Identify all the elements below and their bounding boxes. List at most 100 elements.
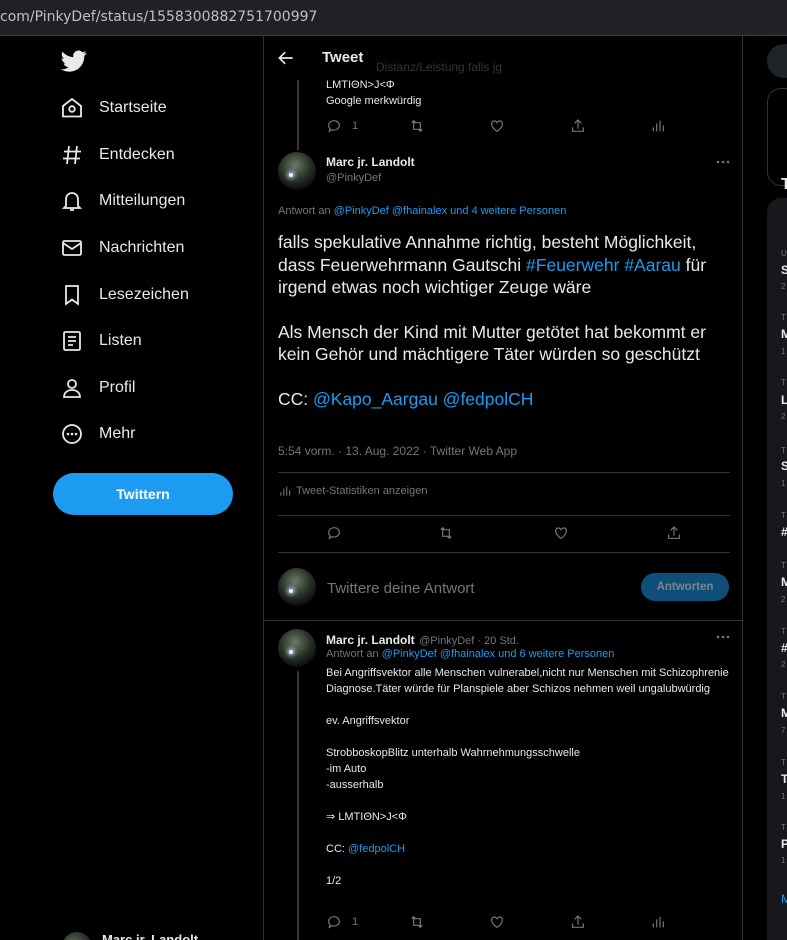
- sidebar-nav: Startseite Entdecken Mitteilungen Nachri…: [0, 36, 263, 940]
- twitter-logo-icon[interactable]: [60, 48, 88, 74]
- tweet-stats-link[interactable]: Tweet-Statistiken anzeigen: [278, 484, 427, 498]
- replying-to: Antwort an @PinkyDef @fhainalex und 4 we…: [278, 205, 566, 217]
- trend-context: T: [781, 627, 786, 636]
- sidebar-item-mitteilungen[interactable]: Mitteilungen: [60, 186, 185, 216]
- sidebar-item-nachrichten[interactable]: Nachrichten: [60, 233, 184, 263]
- heart-icon: [491, 916, 503, 929]
- trend-count: 2: [781, 282, 786, 291]
- sidebar-item-mehr[interactable]: Mehr: [60, 419, 135, 449]
- share-icon: [668, 526, 680, 539]
- share-icon: [572, 119, 584, 132]
- mention-link[interactable]: @fedpolCH: [348, 843, 405, 855]
- share-button[interactable]: [666, 525, 682, 541]
- media-card[interactable]: [767, 88, 787, 186]
- retweet-button[interactable]: [409, 914, 425, 930]
- share-button[interactable]: [570, 118, 586, 134]
- trend-context: T: [781, 823, 786, 832]
- reply-button[interactable]: 1: [326, 118, 358, 134]
- retweet-button[interactable]: [409, 118, 425, 134]
- avatar[interactable]: [278, 152, 316, 190]
- prev-tweet-line: LMTIΘN>J<Φ: [326, 79, 395, 91]
- author-info[interactable]: Marc jr. Landolt @PinkyDef: [326, 155, 415, 184]
- sidebar-item-label: Mitteilungen: [99, 192, 186, 209]
- reply-count: 1: [352, 916, 359, 928]
- sidebar-item-lesezeichen[interactable]: Lesezeichen: [60, 280, 189, 310]
- avatar: [62, 932, 92, 940]
- trend-context: U: [781, 249, 787, 258]
- tweet-detail-column: Distanz/Leistung falls jg Tweet LMTIΘN>J…: [263, 36, 743, 940]
- right-sidebar: [743, 36, 787, 940]
- author-info[interactable]: Marc jr. Landolt @PinkyDef · 20 Std.: [326, 631, 519, 649]
- compose-tweet-button[interactable]: Twittern: [53, 473, 233, 515]
- author-name: Marc jr. Landolt: [326, 633, 415, 647]
- replying-to-handles[interactable]: @PinkyDef @fhainalex: [334, 205, 447, 217]
- analytics-button[interactable]: [650, 914, 666, 930]
- replying-to-label: Antwort an: [326, 648, 379, 660]
- sidebar-item-startseite[interactable]: Startseite: [60, 93, 167, 123]
- replying-to-label: Antwort an: [278, 205, 331, 217]
- avatar[interactable]: [278, 629, 316, 667]
- prev-tweet-text: LMTIΘN>J<Φ Google merkwürdig: [326, 77, 421, 109]
- account-switcher[interactable]: Marc jr. Landolt: [62, 932, 198, 940]
- like-button[interactable]: [553, 525, 569, 541]
- reply-button[interactable]: [326, 525, 342, 541]
- hashtag-link[interactable]: #Feuerwehr: [526, 255, 619, 275]
- trend-count: 1: [781, 479, 786, 488]
- url-text[interactable]: com/PinkyDef/status/1558300882751700997: [0, 9, 317, 25]
- mention-link[interactable]: @Kapo_Aargau @fedpolCH: [313, 389, 533, 409]
- retweet-button[interactable]: [438, 525, 454, 541]
- share-button[interactable]: [570, 914, 586, 930]
- reply-input[interactable]: Twittere deine Antwort: [327, 580, 475, 597]
- sidebar-item-label: Profil: [99, 379, 136, 396]
- page-header: Tweet: [264, 36, 742, 80]
- reply-tweet-text: Bei Angriffsvektor alle Menschen vulnera…: [326, 665, 736, 889]
- more-circle-icon: [62, 424, 82, 444]
- tweet-line: -ausserhalb: [326, 779, 384, 791]
- divider: [278, 552, 730, 553]
- trend-count: 1: [781, 792, 786, 801]
- tweet-paragraph: CC: @Kapo_Aargau @fedpolCH: [278, 388, 738, 411]
- analytics-button[interactable]: [650, 118, 666, 134]
- avatar: [278, 568, 316, 606]
- hashtag-link[interactable]: #Aarau: [624, 255, 680, 275]
- trend-count: 7: [781, 726, 786, 735]
- show-more-link[interactable]: M: [781, 892, 787, 906]
- trends-heading: T: [781, 176, 787, 193]
- reply-icon: [328, 916, 340, 929]
- reply-count: 1: [352, 120, 359, 132]
- tweet-paragraph: Als Mensch der Kind mit Mutter getötet h…: [278, 321, 706, 365]
- retweet-icon: [440, 526, 452, 540]
- tweet-paragraph: ev. Angriffsvektor: [326, 715, 410, 727]
- trend-count: 1: [781, 347, 786, 356]
- tweet-timestamp[interactable]: 5:54 vorm. · 13. Aug. 2022 · Twitter Web…: [278, 444, 517, 458]
- person-icon: [63, 379, 81, 398]
- trend-context: T: [781, 313, 786, 322]
- replying-to-handles[interactable]: @PinkyDef @fhainalex und 6 weitere Perso…: [382, 648, 615, 660]
- author-name: Marc jr. Landolt: [326, 155, 415, 169]
- bookmark-icon: [65, 285, 79, 306]
- browser-address-bar[interactable]: com/PinkyDef/status/1558300882751700997: [0, 0, 787, 36]
- back-arrow-icon[interactable]: [276, 48, 296, 68]
- like-button[interactable]: [489, 118, 505, 134]
- tweet-paragraph: falls spekulative Annahme richtig, beste…: [278, 231, 738, 299]
- sidebar-item-entdecken[interactable]: Entdecken: [60, 140, 175, 170]
- retweet-icon: [411, 119, 423, 133]
- retweet-icon: [411, 915, 423, 929]
- trend-context: T: [781, 511, 786, 520]
- stats-label: Tweet-Statistiken anzeigen: [296, 485, 428, 497]
- sidebar-item-listen[interactable]: Listen: [60, 326, 142, 356]
- tweet-line: 1/2: [326, 875, 342, 887]
- trend-title: M: [781, 706, 787, 720]
- reply-submit-button[interactable]: Antworten: [641, 573, 729, 601]
- like-button[interactable]: [489, 914, 505, 930]
- replying-to-more[interactable]: und 4 weitere Personen: [450, 205, 566, 217]
- sidebar-item-profil[interactable]: Profil: [60, 373, 135, 403]
- trend-count: 2: [781, 412, 786, 421]
- trend-title: S: [781, 459, 787, 473]
- trend-title: M: [781, 575, 787, 589]
- tweet-paragraph: Bei Angriffsvektor alle Menschen vulnera…: [326, 667, 729, 695]
- reply-button[interactable]: 1: [326, 914, 358, 930]
- more-options-icon[interactable]: [716, 635, 730, 639]
- more-options-icon[interactable]: [716, 160, 730, 164]
- search-input[interactable]: [767, 44, 787, 78]
